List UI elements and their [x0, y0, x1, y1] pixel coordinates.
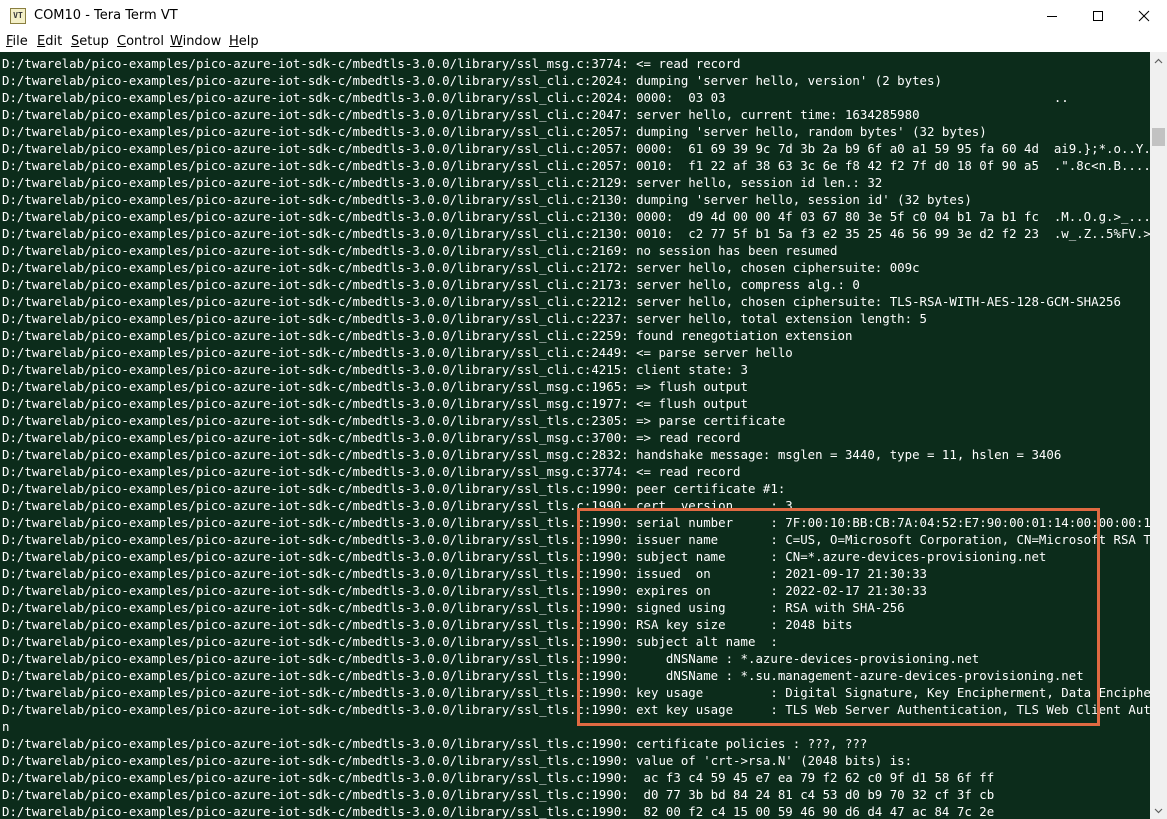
terminal-line: D:/twarelab/pico-examples/pico-azure-iot…	[2, 209, 1150, 224]
terminal-line: D:/twarelab/pico-examples/pico-azure-iot…	[2, 294, 1121, 309]
terminal-line: D:/twarelab/pico-examples/pico-azure-iot…	[2, 175, 883, 190]
terminal-line: D:/twarelab/pico-examples/pico-azure-iot…	[2, 770, 995, 785]
terminal-line: D:/twarelab/pico-examples/pico-azure-iot…	[2, 243, 838, 258]
menu-setup-rest: etup	[79, 34, 109, 49]
maximize-button[interactable]	[1075, 0, 1121, 32]
terminal-line: D:/twarelab/pico-examples/pico-azure-iot…	[2, 787, 995, 802]
chevron-up-icon	[1154, 58, 1163, 63]
terminal-line: D:/twarelab/pico-examples/pico-azure-iot…	[2, 90, 1069, 105]
menu-control-accel: C	[117, 34, 127, 49]
terminal-line: D:/twarelab/pico-examples/pico-azure-iot…	[2, 345, 793, 360]
tera-term-app-icon[interactable]: VT	[10, 8, 26, 24]
terminal-line: D:/twarelab/pico-examples/pico-azure-iot…	[2, 311, 928, 326]
window-title: COM10 - Tera Term VT	[34, 8, 178, 23]
maximize-icon	[1093, 11, 1103, 21]
terminal-line: D:/twarelab/pico-examples/pico-azure-iot…	[2, 124, 987, 139]
terminal-line: D:/twarelab/pico-examples/pico-azure-iot…	[2, 396, 748, 411]
menu-file-rest: ile	[12, 34, 28, 49]
menu-edit-accel: E	[37, 34, 46, 49]
menu-control[interactable]: Control	[117, 33, 164, 50]
terminal-line: D:/twarelab/pico-examples/pico-azure-iot…	[2, 141, 1150, 156]
terminal-line: D:/twarelab/pico-examples/pico-azure-iot…	[2, 56, 741, 71]
menu-help-rest: elp	[238, 34, 259, 49]
menu-help-accel: H	[229, 34, 239, 49]
minimize-button[interactable]	[1029, 0, 1075, 32]
close-icon	[1138, 10, 1150, 22]
terminal-line: D:/twarelab/pico-examples/pico-azure-iot…	[2, 430, 741, 445]
terminal-line: D:/twarelab/pico-examples/pico-azure-iot…	[2, 192, 972, 207]
terminal-line: D:/twarelab/pico-examples/pico-azure-iot…	[2, 328, 853, 343]
terminal-line: D:/twarelab/pico-examples/pico-azure-iot…	[2, 464, 741, 479]
terminal-line: D:/twarelab/pico-examples/pico-azure-iot…	[2, 226, 1150, 241]
terminal-line: D:/twarelab/pico-examples/pico-azure-iot…	[2, 481, 786, 496]
menu-control-rest: ontrol	[126, 34, 164, 49]
terminal-line: D:/twarelab/pico-examples/pico-azure-iot…	[2, 277, 860, 292]
terminal-line: D:/twarelab/pico-examples/pico-azure-iot…	[2, 362, 748, 377]
terminal-line: D:/twarelab/pico-examples/pico-azure-iot…	[2, 379, 748, 394]
scroll-down-button[interactable]	[1150, 802, 1167, 819]
title-bar[interactable]: VT COM10 - Tera Term VT	[0, 0, 1167, 32]
menu-window-accel: W	[170, 34, 183, 49]
chevron-down-icon	[1154, 808, 1163, 813]
terminal-line: D:/twarelab/pico-examples/pico-azure-iot…	[2, 260, 920, 275]
terminal-line: D:/twarelab/pico-examples/pico-azure-iot…	[2, 158, 1150, 173]
minimize-icon	[1047, 16, 1057, 17]
menu-window-rest: indow	[182, 34, 222, 49]
highlight-box	[577, 508, 1100, 726]
menu-bar: File Edit Setup Control Window Help	[0, 32, 1167, 52]
scroll-thumb[interactable]	[1152, 128, 1165, 146]
menu-edit[interactable]: Edit	[37, 33, 62, 50]
terminal-line: D:/twarelab/pico-examples/pico-azure-iot…	[2, 447, 1062, 462]
menu-edit-rest: dit	[45, 34, 63, 49]
terminal-line: D:/twarelab/pico-examples/pico-azure-iot…	[2, 736, 868, 751]
terminal-line: D:/twarelab/pico-examples/pico-azure-iot…	[2, 804, 995, 819]
close-button[interactable]	[1121, 0, 1167, 32]
menu-window[interactable]: Window	[170, 33, 221, 50]
terminal-line: D:/twarelab/pico-examples/pico-azure-iot…	[2, 73, 942, 88]
terminal-line: D:/twarelab/pico-examples/pico-azure-iot…	[2, 413, 786, 428]
vertical-scrollbar[interactable]	[1150, 52, 1167, 819]
menu-help[interactable]: Help	[229, 33, 259, 50]
menu-setup[interactable]: Setup	[71, 33, 109, 50]
terminal-line: n	[2, 719, 10, 734]
terminal-line: D:/twarelab/pico-examples/pico-azure-iot…	[2, 107, 920, 122]
scroll-up-button[interactable]	[1150, 52, 1167, 69]
menu-file[interactable]: File	[6, 33, 28, 50]
terminal-line: D:/twarelab/pico-examples/pico-azure-iot…	[2, 753, 913, 768]
